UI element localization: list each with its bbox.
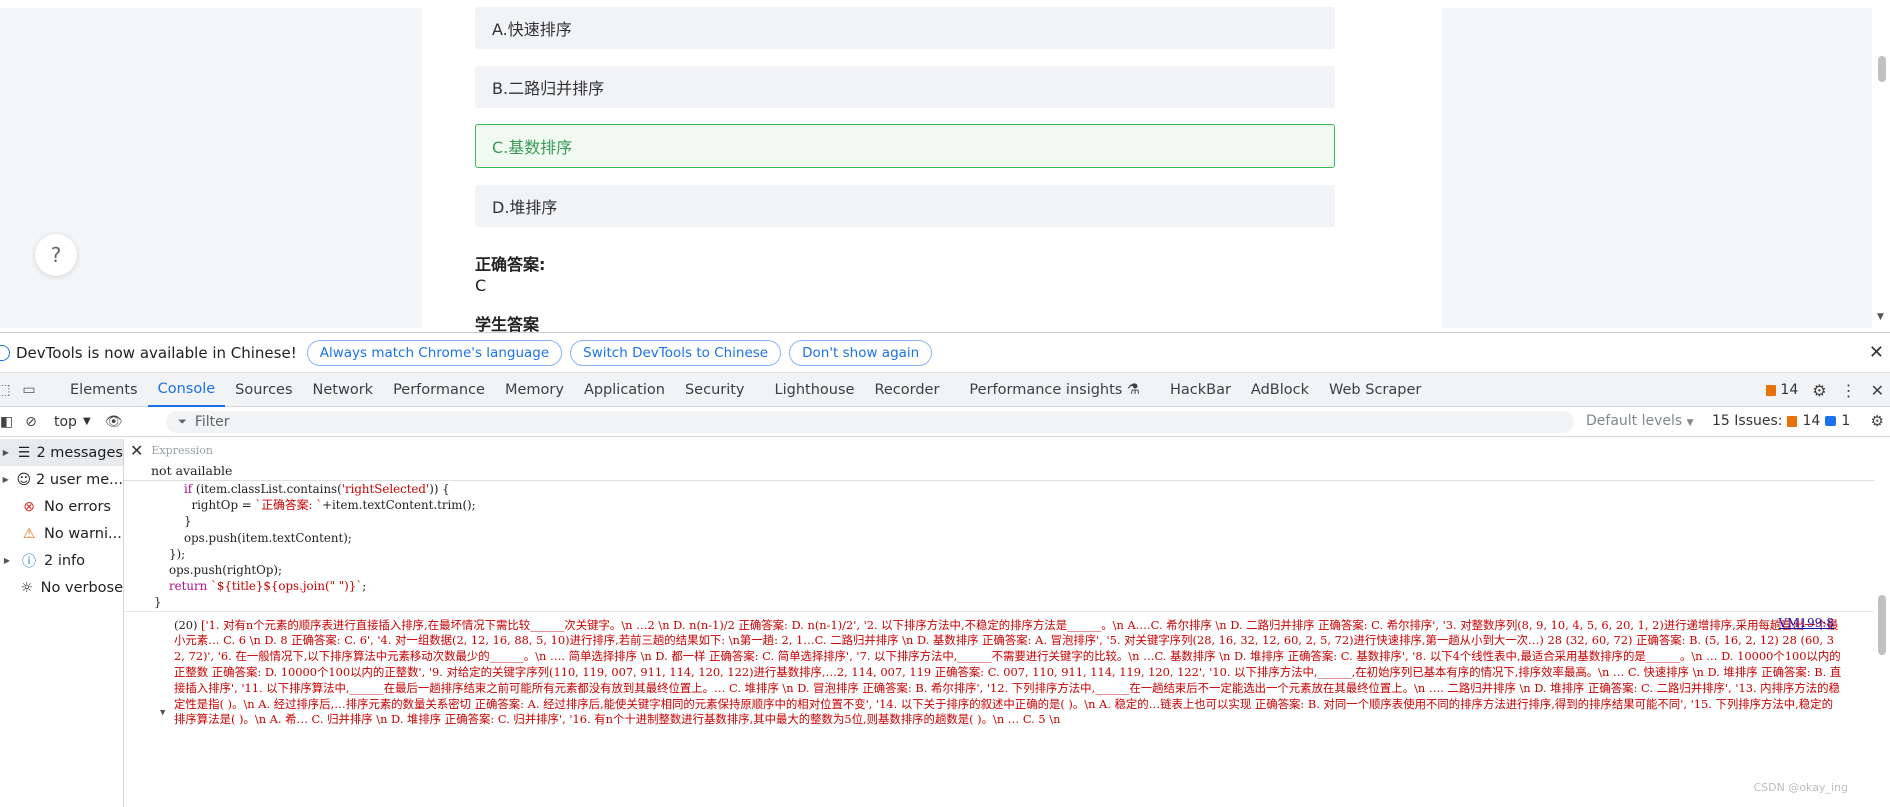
tab-lighthouse[interactable]: Lighthouse <box>765 373 865 407</box>
expand-caret-icon[interactable]: ▶ <box>0 556 14 565</box>
sidebar-toggle-icon[interactable]: ◧ <box>0 414 13 430</box>
expand-caret-icon[interactable]: ▶ <box>0 475 11 484</box>
more-options-icon[interactable]: ⋮ <box>1841 381 1857 400</box>
scroll-down-arrow-icon[interactable]: ▼ <box>1877 312 1884 322</box>
tab-elements[interactable]: Elements <box>60 373 148 407</box>
clear-console-icon[interactable]: ⊘ <box>20 414 42 430</box>
tab-security[interactable]: Security <box>675 373 755 407</box>
console-output[interactable]: ✕ Expression not available if (item.clas… <box>124 439 1874 807</box>
sidebar-item-warnings[interactable]: ⚠ No warni... <box>0 520 123 547</box>
sidebar-item-errors[interactable]: ⊗ No errors <box>0 493 123 520</box>
issues-badge[interactable]: 14 <box>1766 382 1798 398</box>
device-toolbar-icon[interactable]: ▭ <box>8 373 50 407</box>
source-link[interactable]: VM199:8 <box>1778 616 1834 630</box>
live-expression: ✕ Expression <box>124 439 1874 461</box>
settings-gear-icon[interactable]: ⚙ <box>1812 381 1826 400</box>
console-scroll-thumb[interactable] <box>1878 595 1886 655</box>
close-devtools-icon[interactable]: ✕ <box>1871 381 1884 400</box>
expression-result: not available <box>124 461 1874 481</box>
list-icon: ☰ <box>17 444 31 461</box>
error-icon: ⊗ <box>23 498 35 515</box>
filter-funnel-icon: ⏷ <box>178 415 187 428</box>
inspect-icon[interactable]: ⬚ <box>0 373 11 407</box>
filter-input[interactable]: ⏷ Filter <box>166 411 1574 433</box>
live-expression-eye-icon[interactable]: 👁 <box>103 414 125 430</box>
correct-answer-value: C <box>475 276 487 295</box>
expand-caret-icon[interactable]: ▶ <box>0 448 12 457</box>
tab-console[interactable]: Console <box>147 373 226 407</box>
right-panel <box>1442 8 1872 328</box>
issue-flag-icon <box>1766 384 1777 396</box>
watermark: CSDN @okay_ing <box>1753 781 1848 794</box>
tab-recorder[interactable]: Recorder <box>864 373 949 407</box>
dropdown-arrow-icon: ▼ <box>1686 418 1694 428</box>
left-panel <box>0 8 422 328</box>
console-scrollbar[interactable] <box>1874 439 1890 807</box>
tabbar-actions: 14 ⚙ ⋮ ✕ <box>1766 373 1890 407</box>
code-echo: if (item.classList.contains('rightSelect… <box>124 481 1874 612</box>
context-selector[interactable]: top ▼ <box>54 414 91 430</box>
question-icon: ? <box>50 243 62 267</box>
expression-input[interactable]: Expression <box>151 444 213 457</box>
tab-web-scraper[interactable]: Web Scraper <box>1319 373 1431 407</box>
option-b[interactable]: B.二路归并排序 <box>475 66 1335 108</box>
remove-expression-icon[interactable]: ✕ <box>130 441 143 460</box>
sidebar-item-messages[interactable]: ▶ ☰ 2 messages <box>0 439 123 466</box>
tab-sources[interactable]: Sources <box>225 373 302 407</box>
code-lines: if (item.classList.contains('rightSelect… <box>154 482 476 610</box>
info-message-icon <box>1825 416 1837 426</box>
devtools-panel: DevTools is now available in Chinese! Al… <box>0 332 1890 807</box>
user-icon: ☺ <box>16 471 32 488</box>
dropdown-arrow-icon: ▼ <box>82 416 91 427</box>
option-a[interactable]: A.快速排序 <box>475 7 1335 49</box>
option-d[interactable]: D.堆排序 <box>475 185 1335 227</box>
expand-caret-icon[interactable]: ▼ <box>160 708 165 718</box>
language-infobar: DevTools is now available in Chinese! Al… <box>0 333 1890 373</box>
warning-flag-icon <box>1787 415 1798 427</box>
log-levels-dropdown[interactable]: Default levels ▼ <box>1586 413 1694 429</box>
console-log-entry: VM199:8 ▼ (20) ['1. 对有n个元素的顺序表进行直接插入排序,在… <box>124 612 1874 729</box>
match-language-button[interactable]: Always match Chrome's language <box>306 339 563 366</box>
tab-memory[interactable]: Memory <box>495 373 574 407</box>
help-button[interactable]: ? <box>35 234 77 276</box>
tab-application[interactable]: Application <box>574 373 675 407</box>
array-output[interactable]: (20) ['1. 对有n个元素的顺序表进行直接插入排序,在最坏情况下需比较__… <box>174 618 1844 729</box>
console-settings-gear-icon[interactable]: ⚙ <box>1871 412 1884 430</box>
devtools-tabbar: ⬚ ▭ Elements Console Sources Network Per… <box>0 373 1890 407</box>
sidebar-item-user-messages[interactable]: ▶ ☺ 2 user me... <box>0 466 123 493</box>
bug-icon: ☼ <box>20 579 34 596</box>
tab-network[interactable]: Network <box>303 373 384 407</box>
flask-icon: ⚗ <box>1126 381 1140 398</box>
tab-performance[interactable]: Performance <box>383 373 495 407</box>
tab-hackbar[interactable]: HackBar <box>1160 373 1241 407</box>
correct-answer-label: 正确答案: <box>475 255 546 274</box>
dont-show-again-button[interactable]: Don't show again <box>789 339 933 366</box>
sidebar-item-info[interactable]: ▶ ⓘ 2 info <box>0 547 123 574</box>
tab-adblock[interactable]: AdBlock <box>1241 373 1319 407</box>
info-icon <box>0 344 10 361</box>
tab-performance-insights[interactable]: Performance insights ⚗ <box>959 373 1150 407</box>
switch-chinese-button[interactable]: Switch DevTools to Chinese <box>570 339 782 366</box>
infobar-message: DevTools is now available in Chinese! <box>16 343 297 362</box>
sidebar-item-verbose[interactable]: ☼ No verbose <box>0 574 123 601</box>
close-icon[interactable]: ✕ <box>1869 342 1884 363</box>
option-c[interactable]: C.基数排序 <box>475 124 1335 168</box>
toolbar-issues-button[interactable]: 15 Issues: 14 1 <box>1712 413 1850 429</box>
student-answer-label: 学生答案 <box>475 315 540 332</box>
console-sidebar: ▶ ☰ 2 messages ▶ ☺ 2 user me... ⊗ No errors ⚠… <box>0 439 124 807</box>
web-page: ? A.快速排序 B.二路归并排序 C.基数排序 D.堆排序 正确答案: C 学… <box>0 0 1890 332</box>
page-scrollbar[interactable]: ▼ <box>1874 0 1890 332</box>
warning-icon: ⚠ <box>22 525 36 542</box>
info-icon: ⓘ <box>22 553 36 570</box>
console-toolbar: ◧ ⊘ top ▼ 👁 ⏷ Filter Default levels ▼ 15 … <box>0 407 1890 437</box>
page-scroll-thumb[interactable] <box>1878 56 1886 82</box>
